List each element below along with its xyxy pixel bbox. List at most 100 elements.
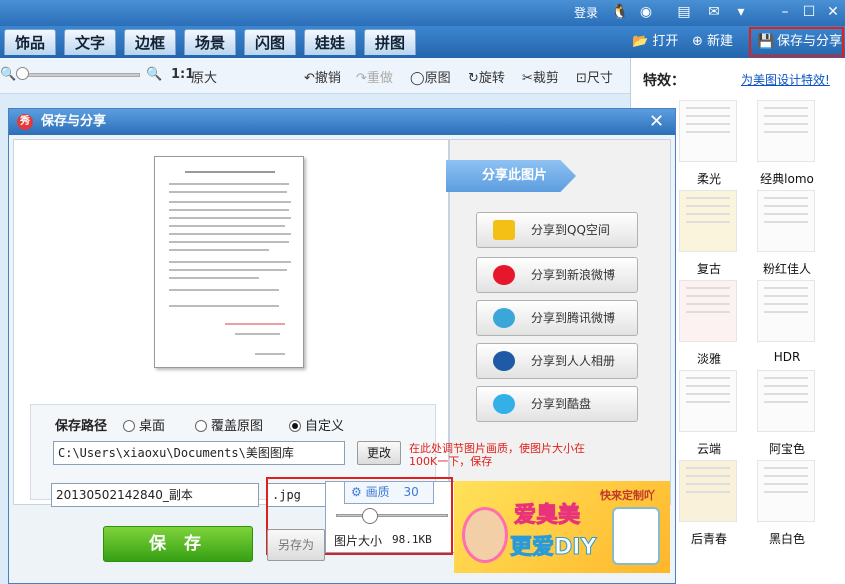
- disk-icon: 💾: [757, 34, 775, 50]
- effects-header: 特效：: [643, 73, 685, 89]
- effect-thumb-retro[interactable]: [679, 190, 737, 252]
- radio-circle: [195, 420, 207, 432]
- effect-thumb-bw[interactable]: [757, 460, 815, 522]
- tab-bar: 饰品 文字 边框 场景 闪图 娃娃 拼图 📂 打开 ⊕ 新建 💾 保存与分享: [0, 26, 845, 58]
- filename-input[interactable]: 20130502142840_副本: [51, 483, 259, 507]
- rotate-label: 旋转: [478, 71, 505, 86]
- rotate-button[interactable]: ↻旋转: [468, 67, 505, 86]
- phone-icon: [612, 507, 660, 565]
- girl-avatar-icon: [462, 507, 508, 563]
- share-qzone-button[interactable]: 分享到QQ空间: [476, 212, 638, 248]
- maximize-icon[interactable]: ☐: [800, 3, 818, 21]
- original-label: 原图: [424, 71, 451, 86]
- tab-scene[interactable]: 场景: [184, 29, 237, 55]
- share-kupan-button[interactable]: 分享到酷盘: [476, 386, 638, 422]
- change-path-button[interactable]: 更改: [357, 441, 401, 465]
- tab-text[interactable]: 文字: [64, 29, 117, 55]
- effect-thumb-cloud[interactable]: [679, 370, 737, 432]
- save-as-button[interactable]: 另存为: [267, 529, 325, 561]
- login-link[interactable]: 登录: [574, 4, 598, 21]
- effect-thumb-pink[interactable]: [757, 190, 815, 252]
- effect-label: 淡雅: [696, 352, 721, 366]
- radio-overwrite[interactable]: 覆盖原图: [195, 415, 263, 434]
- app-logo-icon: 秀: [17, 114, 33, 130]
- effect-label: 阿宝色: [768, 442, 805, 456]
- minimize-icon[interactable]: –: [776, 3, 794, 21]
- skin-icon[interactable]: ▤: [675, 3, 693, 21]
- qq-icon[interactable]: 🐧: [611, 3, 629, 21]
- tab-doll[interactable]: 娃娃: [304, 29, 357, 55]
- promo-banner[interactable]: 爱臭美 更爱DIY 快来定制吖: [454, 481, 670, 573]
- crop-label: 裁剪: [532, 71, 559, 86]
- zoom-slider[interactable]: [18, 73, 140, 77]
- effect-thumb-elegant[interactable]: [679, 280, 737, 342]
- save-path-input[interactable]: C:\Users\xiaoxu\Documents\美图图库: [53, 441, 345, 465]
- undo-button[interactable]: ↶撤销: [304, 67, 341, 86]
- effect-thumb-youth[interactable]: [679, 460, 737, 522]
- renren-icon: [493, 351, 515, 371]
- radio-desktop[interactable]: 桌面: [123, 415, 165, 434]
- zoom-in-icon[interactable]: 🔍: [146, 67, 162, 82]
- tab-collage[interactable]: 拼图: [364, 29, 417, 55]
- radio-circle-selected: [289, 420, 301, 432]
- effect-label: HDR: [773, 350, 801, 364]
- undo-label: 撤销: [314, 71, 341, 86]
- tab-accessory[interactable]: 饰品: [4, 29, 57, 55]
- new-label: 新建: [707, 34, 734, 49]
- redo-label: 重做: [366, 71, 393, 86]
- share-renren-label: 分享到人人相册: [531, 354, 616, 368]
- plus-icon: ⊕: [692, 34, 703, 49]
- share-renren-button[interactable]: 分享到人人相册: [476, 343, 638, 379]
- tab-frame[interactable]: 边框: [124, 29, 177, 55]
- save-button[interactable]: 保 存: [103, 526, 253, 562]
- effect-thumb-soft[interactable]: [679, 100, 737, 162]
- open-button[interactable]: 📂 打开: [632, 30, 678, 54]
- menu-icon[interactable]: ▾: [732, 3, 750, 21]
- dialog-title-bar: 秀 保存与分享 ✕: [9, 109, 675, 135]
- close-app-icon[interactable]: ✕: [824, 3, 842, 21]
- radio-overwrite-label: 覆盖原图: [211, 419, 264, 434]
- zoom-out-icon[interactable]: 🔍: [0, 67, 16, 82]
- resize-button[interactable]: ⊡尺寸: [576, 67, 613, 86]
- document-preview: [154, 156, 304, 368]
- effects-link[interactable]: 为美图设计特效!: [741, 71, 830, 88]
- original-image-button[interactable]: ◯原图: [410, 67, 451, 86]
- radio-custom[interactable]: 自定义: [289, 415, 344, 434]
- effect-label: 复古: [696, 262, 721, 276]
- original-size-button[interactable]: 原大: [191, 67, 217, 86]
- message-icon[interactable]: ✉: [705, 3, 723, 21]
- save-share-dialog: 秀 保存与分享 ✕ 保存路径 桌面 覆盖原图 自定义 C:\Users\xiao…: [8, 108, 676, 584]
- kupan-icon: [493, 394, 515, 414]
- crop-button[interactable]: ✂裁剪: [522, 67, 559, 86]
- new-button[interactable]: ⊕ 新建: [692, 30, 733, 54]
- effect-label: 云端: [696, 442, 721, 456]
- effect-thumb-lomo[interactable]: [757, 100, 815, 162]
- promo-text-3: 快来定制吖: [600, 489, 655, 502]
- redo-button[interactable]: ↷重做: [356, 67, 393, 86]
- share-header: 分享此图片: [446, 160, 576, 192]
- title-bar: 登录 🐧 ◉ ▤ ✉ ▾ – ☐ ✕: [0, 0, 845, 26]
- image-preview-area: 保存路径 桌面 覆盖原图 自定义 C:\Users\xiaoxu\Documen…: [13, 139, 449, 505]
- sina-weibo-icon: [493, 265, 515, 285]
- close-dialog-icon[interactable]: ✕: [649, 109, 664, 135]
- qzone-star-icon: [493, 220, 515, 240]
- radio-custom-label: 自定义: [305, 419, 345, 434]
- effect-label: 后青春: [690, 532, 727, 546]
- weibo-icon[interactable]: ◉: [637, 3, 655, 21]
- effect-label: 柔光: [696, 172, 721, 186]
- effect-label: 粉红佳人: [762, 262, 811, 276]
- share-kupan-label: 分享到酷盘: [531, 397, 592, 411]
- tab-flash[interactable]: 闪图: [244, 29, 297, 55]
- save-share-button[interactable]: 💾 保存与分享: [749, 27, 844, 57]
- share-qzone-label: 分享到QQ空间: [531, 223, 610, 237]
- quality-hint: 在此处调节图片画质，使图片大小在100K一下，保存: [409, 442, 585, 468]
- radio-circle: [123, 420, 135, 432]
- effect-thumb-abao[interactable]: [757, 370, 815, 432]
- promo-text-1: 爱臭美: [513, 503, 581, 529]
- share-tencent-label: 分享到腾讯微博: [531, 311, 616, 325]
- share-sina-weibo-button[interactable]: 分享到新浪微博: [476, 257, 638, 293]
- promo-text-2: 更爱DIY: [509, 535, 597, 561]
- zoom-slider-handle[interactable]: [16, 67, 29, 80]
- share-tencent-weibo-button[interactable]: 分享到腾讯微博: [476, 300, 638, 336]
- effect-thumb-hdr[interactable]: [757, 280, 815, 342]
